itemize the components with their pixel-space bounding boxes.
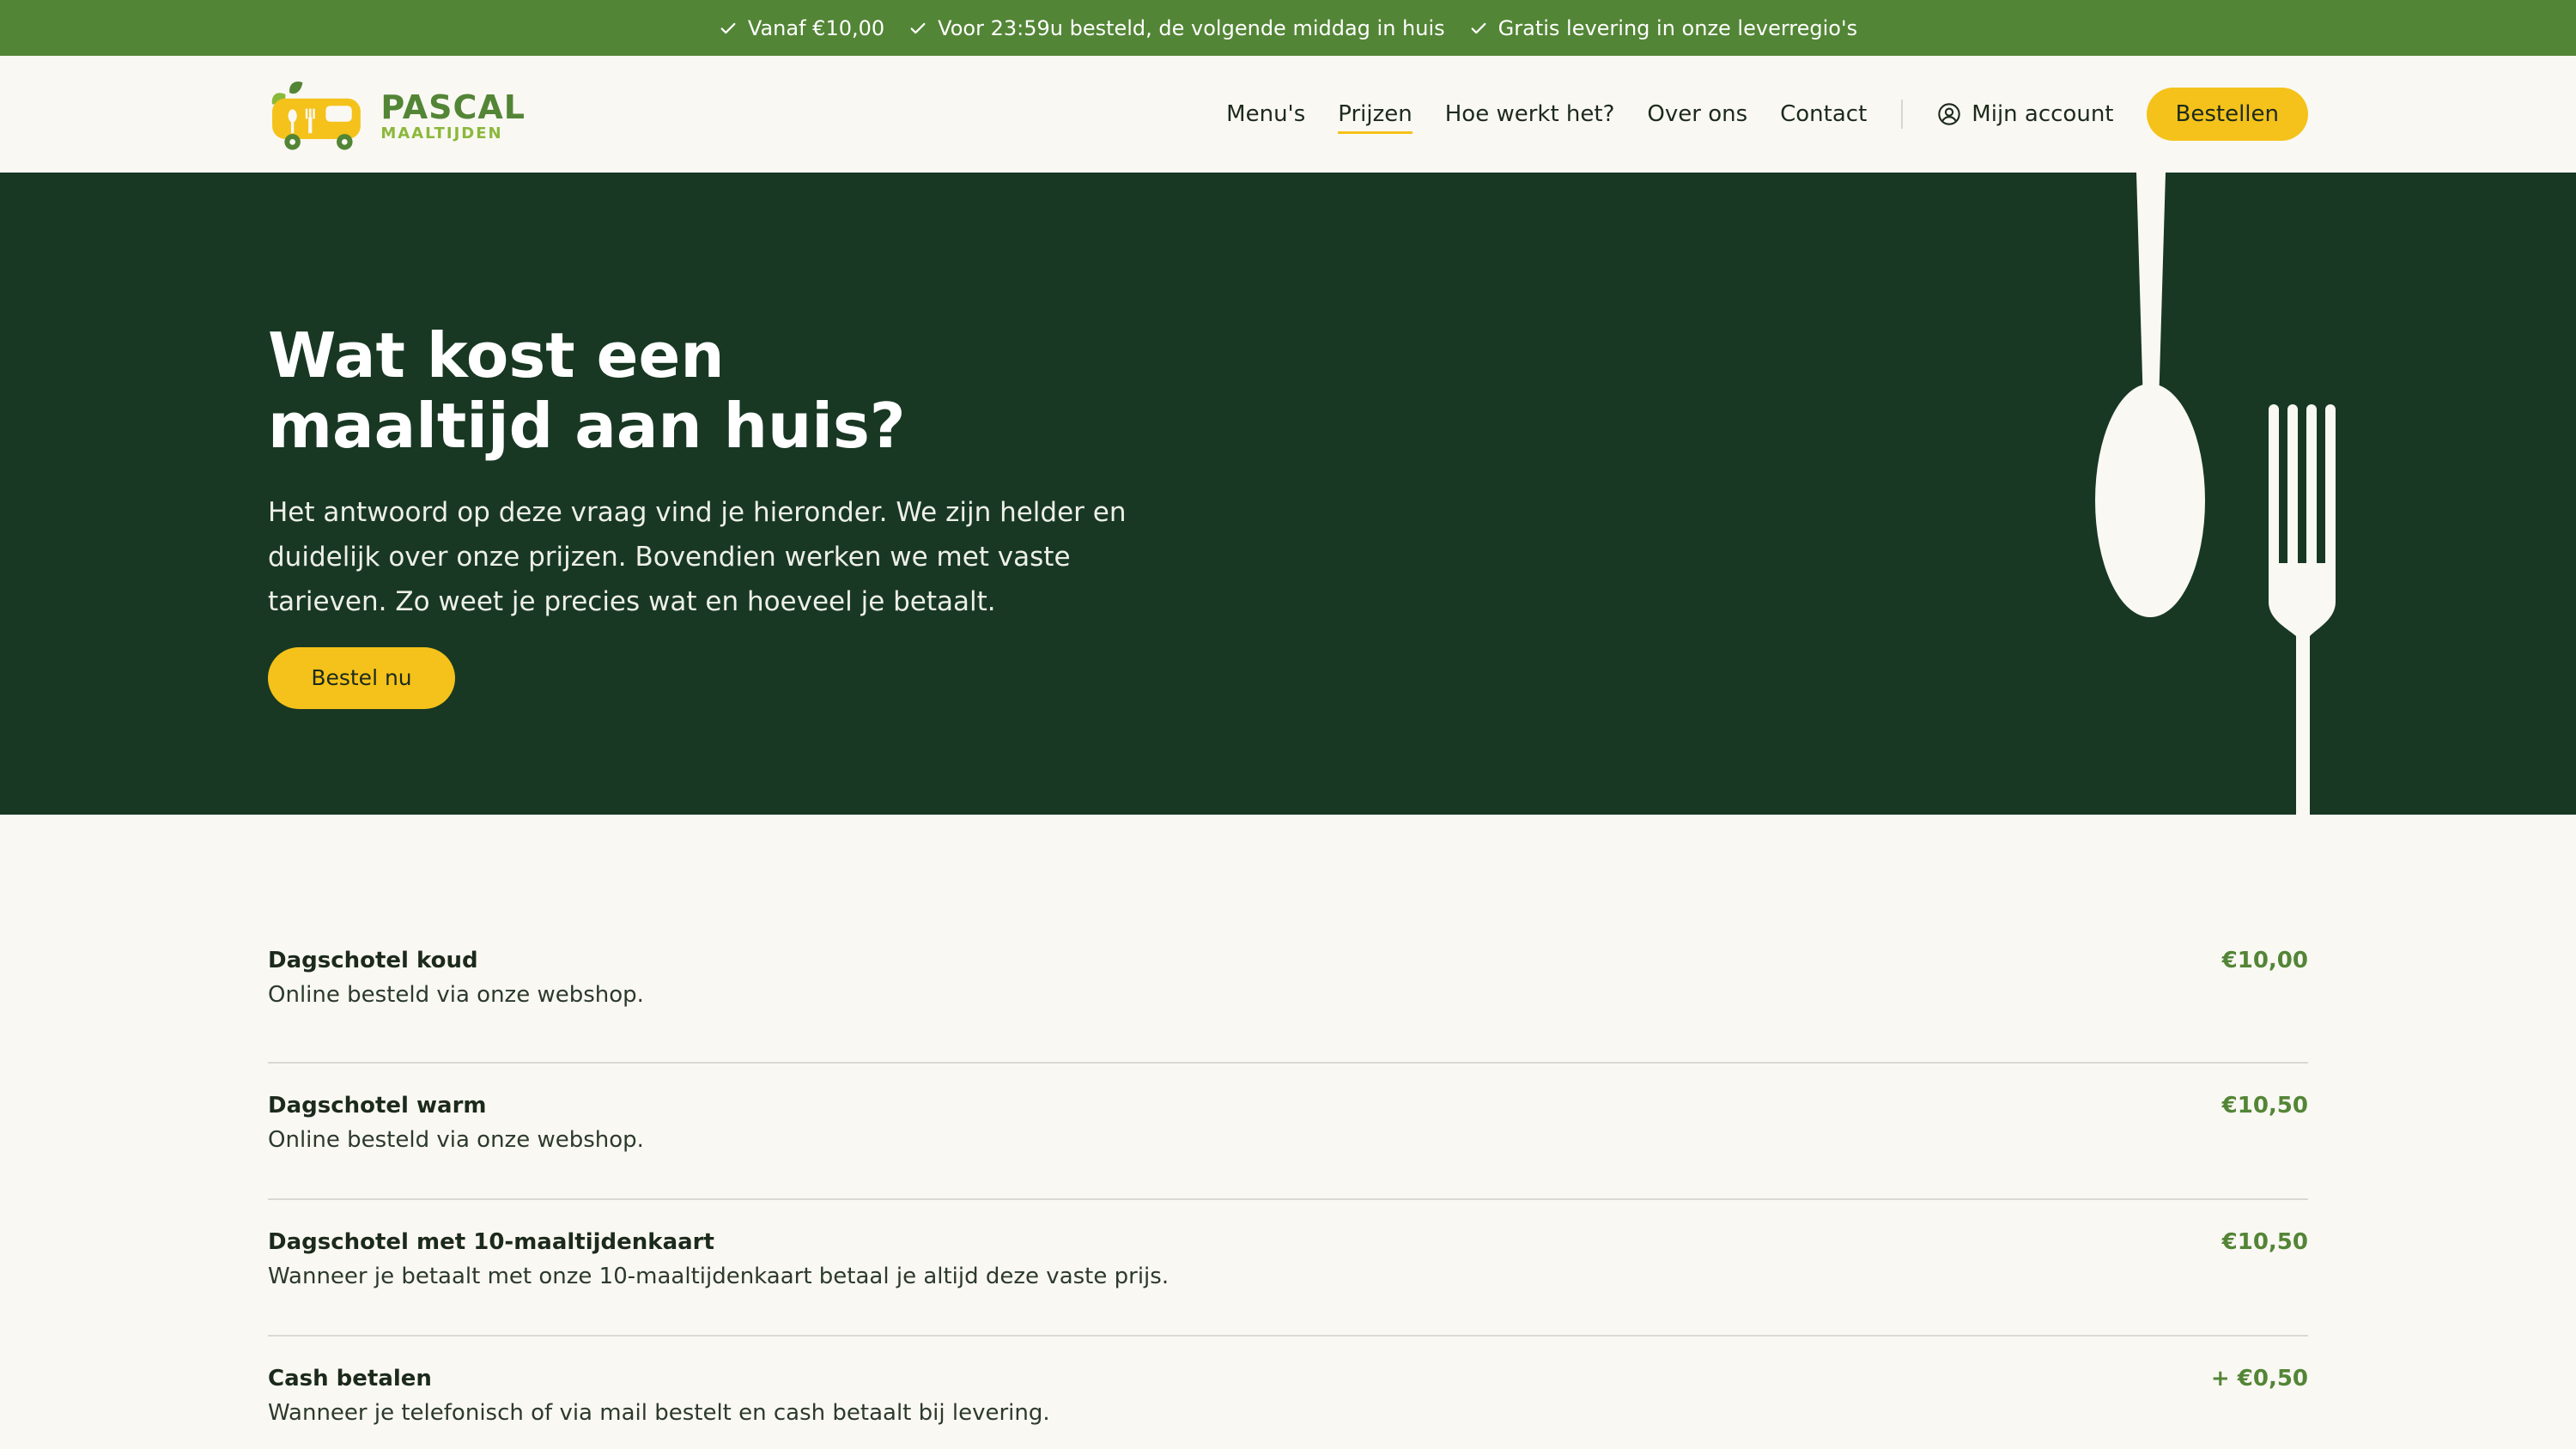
food-truck-logo-icon [271, 81, 361, 150]
price-name: Dagschotel koud [268, 948, 478, 973]
nav-item-menus[interactable]: Menu's [1226, 101, 1305, 127]
price-description: Wanneer je betaalt met onze 10-maaltijde… [268, 1264, 1170, 1289]
nav-item-hoe-werkt-het[interactable]: Hoe werkt het? [1445, 101, 1615, 127]
price-name: Dagschotel met 10-maaltijdenkaart [268, 1229, 714, 1255]
price-description: Online besteld via onze webshop. [268, 982, 644, 1008]
hero-title-line: maaltijd aan huis? [268, 390, 906, 462]
announcement-item: Vanaf €10,00 [719, 16, 884, 40]
announcement-bar: Vanaf €10,00 Voor 23:59u besteld, de vol… [0, 0, 2576, 56]
check-icon [1471, 22, 1486, 33]
spoon-icon [2095, 173, 2205, 617]
price-amount: €10,50 [2221, 1229, 2308, 1255]
price-list: Dagschotel koud Online besteld via onze … [268, 927, 2308, 1449]
price-row: Dagschotel koud Online besteld via onze … [268, 927, 2308, 1064]
announcement-text: Vanaf €10,00 [747, 15, 885, 40]
order-button[interactable]: Bestellen [2146, 88, 2308, 141]
logo-text: PASCAL MAALTIJDEN [380, 90, 526, 142]
price-name: Dagschotel warm [268, 1093, 487, 1119]
price-description: Wanneer je telefonisch of via mail beste… [268, 1400, 1050, 1426]
fork-icon [2269, 404, 2336, 815]
nav-item-prijzen[interactable]: Prijzen [1338, 101, 1413, 134]
announcement-text: Gratis levering in onze leverregio's [1498, 15, 1858, 40]
user-icon [1938, 103, 1960, 125]
price-amount: €10,00 [2221, 948, 2308, 973]
price-amount: + €0,50 [2210, 1366, 2308, 1391]
logo-name: PASCAL [380, 88, 526, 126]
account-link[interactable]: Mijn account [1937, 101, 2114, 127]
price-description: Online besteld via onze webshop. [268, 1127, 644, 1153]
price-row: Dagschotel warm Online besteld via onze … [268, 1064, 2308, 1200]
nav-item-contact[interactable]: Contact [1780, 101, 1867, 127]
nav-item-over-ons[interactable]: Over ons [1647, 101, 1747, 127]
price-row: Cash betalen Wanneer je telefonisch of v… [268, 1337, 2308, 1449]
account-label: Mijn account [1971, 101, 2114, 127]
announcement-item: Gratis levering in onze leverregio's [1469, 16, 1857, 40]
main-nav: Menu's Prijzen Hoe werkt het? Over ons C… [1194, 56, 2308, 173]
hero-section: Wat kost een maaltijd aan huis? Het antw… [0, 173, 2576, 815]
logo[interactable]: PASCAL MAALTIJDEN [268, 73, 526, 159]
check-icon [720, 22, 736, 33]
hero-title: Wat kost een maaltijd aan huis? [268, 320, 1298, 461]
announcement-item: Voor 23:59u besteld, de volgende middag … [908, 15, 1445, 40]
order-now-button[interactable]: Bestel nu [268, 647, 455, 709]
price-row: Dagschotel met 10-maaltijdenkaart Wannee… [268, 1200, 2308, 1337]
logo-subtitle: MAALTIJDEN [380, 124, 503, 142]
check-icon [910, 22, 926, 33]
price-name: Cash betalen [268, 1366, 432, 1391]
price-amount: €10,50 [2221, 1093, 2308, 1119]
nav-divider [1901, 100, 1904, 129]
site-header: PASCAL MAALTIJDEN Menu's Prijzen Hoe wer… [0, 56, 2576, 173]
cutlery-illustration [2095, 173, 2336, 815]
hero-title-line: Wat kost een [268, 319, 725, 391]
hero-description: Het antwoord op deze vraag vind je hiero… [268, 497, 1127, 617]
announcement-text: Voor 23:59u besteld, de volgende middag … [938, 15, 1445, 40]
